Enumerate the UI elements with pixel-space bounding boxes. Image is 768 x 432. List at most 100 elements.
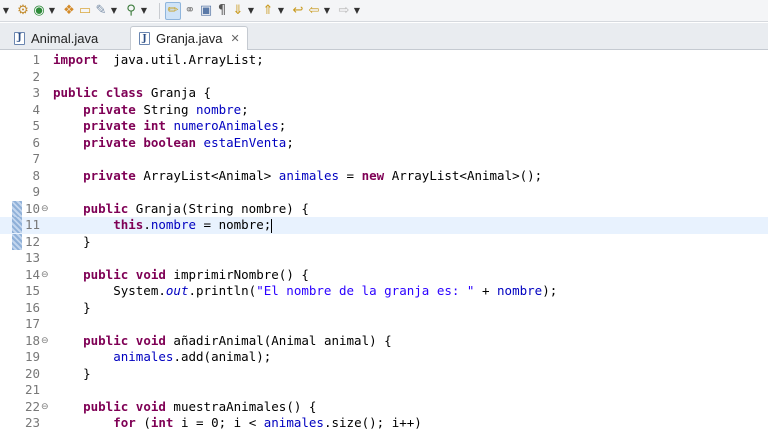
code-line[interactable]: 4 private String nombre;: [0, 102, 768, 119]
prev-annotation-dropdown-icon[interactable]: ▼: [277, 2, 285, 20]
forward-icon[interactable]: ⇨: [337, 2, 351, 20]
menu-dropdown-icon[interactable]: ▼: [2, 2, 10, 20]
code-lines: 1 import java.util.ArrayList; 2 3 public cla…: [0, 52, 768, 432]
code-text: public Granja(String nombre) {: [53, 201, 309, 218]
fold-toggle-icon[interactable]: ⊖: [41, 399, 49, 416]
line-number: 21: [24, 382, 40, 397]
code-line[interactable]: 10 ⊖ public Granja(String nombre) {: [0, 201, 768, 218]
tab-label: Animal.java: [31, 30, 99, 46]
code-line[interactable]: 23 for (int i = 0; i < animales.size(); …: [0, 415, 768, 432]
code-text: for (int i = 0; i < animales.size(); i++…: [53, 415, 422, 432]
open-icon[interactable]: ❖: [62, 2, 76, 20]
code-token: nombre: [196, 101, 242, 117]
code-line[interactable]: 9: [0, 184, 768, 201]
forward-dropdown-icon[interactable]: ▼: [353, 2, 361, 20]
toggle-icon[interactable]: ⚭: [183, 2, 197, 20]
code-line-current[interactable]: 11 this.nombre = nombre;: [0, 217, 768, 234]
code-text: import java.util.ArrayList;: [53, 52, 264, 69]
code-token: estaEnVenta: [203, 134, 287, 150]
fold-toggle-icon[interactable]: ⊖: [41, 201, 49, 218]
code-line[interactable]: 14 ⊖ public void imprimirNombre() {: [0, 267, 768, 284]
code-token: .size(); i++): [323, 415, 422, 430]
last-edit-icon[interactable]: ↩: [291, 2, 305, 20]
line-number: 3: [32, 85, 40, 100]
code-line[interactable]: 7: [0, 151, 768, 168]
code-token: i = 0; i <: [173, 415, 264, 430]
line-number: 23: [24, 415, 40, 430]
code-token: public: [83, 332, 129, 348]
run-icon[interactable]: ◉: [32, 2, 46, 20]
code-editor[interactable]: 1 import java.util.ArrayList; 2 3 public cla…: [0, 50, 768, 432]
code-token: ArrayList<Animal>: [135, 167, 279, 183]
code-token: private: [83, 167, 136, 183]
block-select-icon[interactable]: ▣: [199, 2, 213, 20]
back-icon[interactable]: ⇦: [307, 2, 321, 20]
code-line[interactable]: 3 public class Granja {: [0, 85, 768, 102]
code-line[interactable]: 22 ⊖ public void muestraAnimales() {: [0, 399, 768, 416]
toolbar: ▼ ⚙ ◉ ▼ ❖ ▭ ✎ ▼ ⚲ ▼ ✏ ⚭ ▣ ¶ ⇓ ▼ ⇑ ▼ ↩ ⇦ …: [0, 0, 768, 22]
code-token: private: [83, 101, 136, 117]
code-token: nombre: [497, 283, 543, 298]
code-token: int: [143, 118, 166, 133]
search-icon[interactable]: ⚲: [124, 2, 138, 20]
run-dropdown-icon[interactable]: ▼: [48, 2, 56, 20]
line-number: 15: [24, 283, 40, 298]
code-token: public: [53, 85, 99, 100]
line-number: 4: [32, 101, 40, 117]
code-token: private: [83, 134, 136, 150]
highlight-icon[interactable]: ✏: [165, 1, 181, 20]
code-line[interactable]: 6 private boolean estaEnVenta;: [0, 135, 768, 152]
tab-animal-java[interactable]: J Animal.java: [6, 26, 126, 50]
code-line[interactable]: 18 ⊖ public void añadirAnimal(Animal anim…: [0, 333, 768, 350]
annotation-dropdown-icon[interactable]: ▼: [247, 2, 255, 20]
line-number: 8: [32, 167, 40, 183]
code-line[interactable]: 2: [0, 69, 768, 86]
pilcrow-icon[interactable]: ¶: [215, 2, 229, 20]
code-line[interactable]: 1 import java.util.ArrayList;: [0, 52, 768, 69]
code-token: int: [150, 415, 174, 430]
back-dropdown-icon[interactable]: ▼: [323, 2, 331, 20]
code-token: Granja {: [143, 85, 212, 100]
search-dropdown-icon[interactable]: ▼: [140, 2, 148, 20]
line-number: 19: [24, 349, 40, 364]
code-token: añadirAnimal(Animal animal) {: [165, 332, 392, 348]
code-text: public void muestraAnimales() {: [53, 399, 316, 416]
code-line[interactable]: 15 System.out.println("El nombre de la g…: [0, 283, 768, 300]
code-line[interactable]: 20 }: [0, 366, 768, 383]
code-line[interactable]: 5 private int numeroAnimales;: [0, 118, 768, 135]
task-dropdown-icon[interactable]: ▼: [110, 2, 118, 20]
code-line[interactable]: 21: [0, 382, 768, 399]
code-line[interactable]: 16 }: [0, 300, 768, 317]
close-icon[interactable]: ✕: [230, 32, 239, 45]
line-number: 16: [24, 299, 40, 315]
code-token: Granja(String nombre) {: [128, 200, 309, 216]
code-line[interactable]: 13: [0, 250, 768, 267]
code-line[interactable]: 17: [0, 316, 768, 333]
prev-annotation-icon[interactable]: ⇑: [261, 2, 275, 20]
fold-toggle-icon[interactable]: ⊖: [41, 267, 49, 284]
change-marker: [12, 233, 22, 250]
code-line[interactable]: 19 animales.add(animal);: [0, 349, 768, 366]
line-number: 6: [32, 134, 40, 150]
line-number: 22: [24, 398, 40, 414]
next-annotation-icon[interactable]: ⇓: [231, 2, 245, 20]
task-icon[interactable]: ✎: [94, 2, 108, 20]
folder-icon[interactable]: ▭: [78, 2, 92, 20]
build-icon[interactable]: ⚙: [16, 2, 30, 20]
code-line[interactable]: 12 }: [0, 234, 768, 251]
line-number: 1: [32, 52, 40, 67]
java-file-icon: J: [14, 31, 25, 45]
change-marker: [12, 200, 22, 217]
tab-granja-java[interactable]: J Granja.java ✕: [130, 26, 248, 50]
java-file-icon: J: [139, 32, 150, 45]
code-line[interactable]: 8 private ArrayList<Animal> animales = n…: [0, 168, 768, 185]
code-token: .println(: [188, 283, 257, 298]
code-token: = nombre;: [196, 217, 272, 232]
fold-toggle-icon[interactable]: ⊖: [41, 333, 49, 350]
